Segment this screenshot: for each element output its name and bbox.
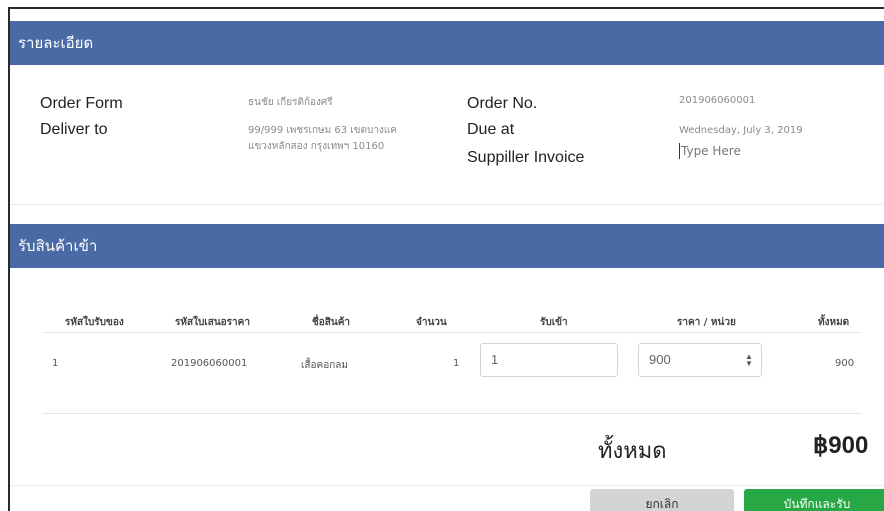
details-header: รายละเอียด	[10, 21, 884, 65]
supplier-invoice-label: Suppiller Invoice	[467, 149, 585, 166]
cell-quote-code: 201906060001	[171, 358, 248, 369]
grand-total-label: ทั้งหมด	[598, 439, 667, 464]
order-no-label: Order No.	[467, 95, 538, 112]
cancel-button[interactable]: ยกเลิก	[590, 489, 734, 511]
order-form-label: Order Form	[40, 95, 123, 112]
deliver-to-line1: 99/999 เพชรเกษม 63 เขตบางแค	[248, 125, 397, 136]
received-quantity-input[interactable]: 1	[480, 343, 618, 377]
col-received: รับเข้า	[540, 317, 568, 328]
grand-total-value: ฿900	[813, 432, 869, 459]
unit-price-value: 900	[649, 352, 671, 367]
save-and-receive-button[interactable]: บันทึกและรับ	[744, 489, 884, 511]
deliver-to-line2: แขวงหลักสอง กรุงเทพฯ 10160	[248, 141, 385, 152]
col-unit-price: ราคา / หน่วย	[677, 317, 736, 328]
unit-price-input[interactable]: 900 ▲ ▼	[638, 343, 762, 377]
order-no-value: 201906060001	[679, 95, 756, 106]
cell-total: 900	[835, 358, 855, 369]
number-stepper-icon[interactable]: ▲ ▼	[745, 353, 753, 368]
table-header-divider	[42, 332, 862, 333]
due-at-value: Wednesday, July 3, 2019	[679, 125, 803, 136]
receive-header: รับสินค้าเข้า	[10, 224, 884, 268]
footer-divider	[10, 485, 884, 486]
table-footer-divider	[42, 413, 862, 414]
details-divider	[10, 204, 884, 205]
supplier-invoice-input[interactable]: Type Here	[679, 143, 741, 159]
col-total: ทั้งหมด	[818, 317, 850, 328]
order-form-value: ธนชัย เกียรติก้องศรี	[248, 97, 333, 108]
col-quote-code: รหัสใบเสนอราคา	[175, 317, 250, 328]
cell-product: เสื้อคอกลม	[301, 360, 348, 371]
col-receipt-code: รหัสใบรับของ	[65, 317, 124, 328]
cell-quantity: 1	[453, 358, 460, 369]
due-at-label: Due at	[467, 121, 515, 138]
col-product: ชื่อสินค้า	[312, 317, 351, 328]
cell-receipt-code: 1	[52, 358, 59, 369]
order-receive-window: รายละเอียด Order Form ธนชัย เกียรติก้องศ…	[8, 7, 884, 511]
col-quantity: จำนวน	[416, 317, 447, 328]
deliver-to-label: Deliver to	[40, 121, 108, 138]
